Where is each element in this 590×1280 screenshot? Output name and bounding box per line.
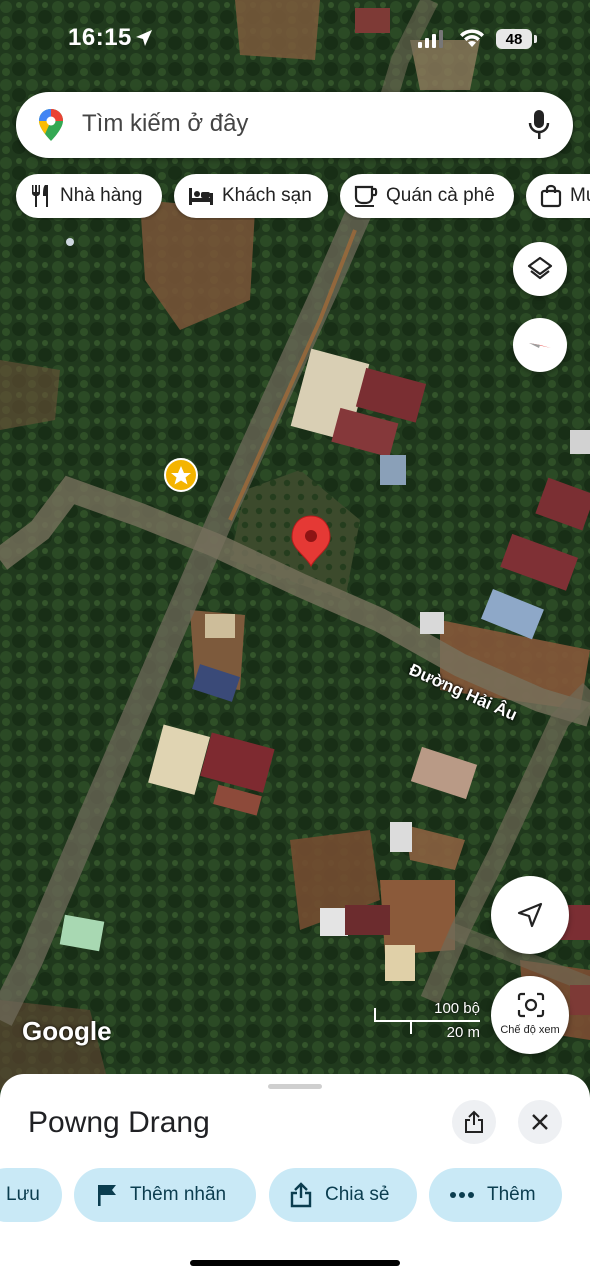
place-bottom-sheet[interactable]: Powng Drang Lưu Thêm nhãn Chia sẻ Thêm	[0, 1074, 590, 1280]
status-bar: 16:15 48	[0, 0, 590, 80]
sheet-grabber[interactable]	[268, 1084, 322, 1089]
location-arrow-icon	[136, 30, 152, 46]
hotel-icon	[189, 188, 213, 205]
share-icon	[290, 1182, 312, 1208]
flag-icon	[98, 1185, 116, 1206]
scale-bar: 100 bộ 20 m	[374, 1000, 484, 1041]
close-button[interactable]	[518, 1100, 562, 1144]
action-label: Chia sẻ	[325, 1184, 390, 1205]
view-mode-button[interactable]: Chế độ xem	[491, 976, 569, 1054]
lens-camera-icon	[517, 992, 545, 1018]
add-label-button[interactable]: Thêm nhãn	[74, 1168, 256, 1222]
shopping-bag-icon	[540, 184, 562, 208]
microphone-icon[interactable]	[528, 109, 550, 141]
chip-hotels[interactable]: Khách sạn	[174, 174, 328, 218]
compass-button[interactable]	[513, 318, 567, 372]
layers-button[interactable]	[513, 242, 567, 296]
place-title: Powng Drang	[28, 1106, 210, 1139]
favorite-place-star-icon	[164, 458, 198, 492]
more-button[interactable]: Thêm	[429, 1168, 562, 1222]
action-label: Thêm	[487, 1184, 536, 1205]
close-icon	[532, 1114, 548, 1130]
navigation-arrow-icon	[517, 902, 543, 928]
google-logo: Google	[22, 1016, 112, 1046]
share-button[interactable]: Chia sẻ	[269, 1168, 417, 1222]
layers-icon	[527, 256, 553, 280]
chip-cafes[interactable]: Quán cà phê	[340, 174, 514, 218]
chip-label: Quán cà phê	[386, 185, 495, 206]
restaurant-icon	[32, 185, 48, 207]
search-placeholder[interactable]: Tìm kiếm ở đây	[82, 110, 248, 138]
category-chips: Nhà hàng Khách sạn Quán cà phê Mu	[16, 174, 590, 220]
compass-icon	[529, 343, 551, 348]
more-icon	[450, 1192, 474, 1198]
google-maps-pin-icon	[39, 109, 63, 141]
action-label: Thêm nhãn	[130, 1184, 227, 1205]
chip-label: Mu	[570, 185, 590, 206]
save-button[interactable]: Lưu	[0, 1168, 62, 1222]
coffee-icon	[354, 185, 378, 207]
search-bar[interactable]: Tìm kiếm ở đây	[16, 92, 573, 158]
chip-label: Nhà hàng	[60, 185, 143, 206]
cellular-signal-icon	[418, 30, 443, 48]
share-place-button[interactable]	[452, 1100, 496, 1144]
battery-tip	[534, 35, 537, 43]
my-location-button[interactable]	[491, 876, 569, 954]
view-mode-label: Chế độ xem	[500, 1024, 560, 1036]
home-indicator[interactable]	[190, 1260, 400, 1266]
chip-label: Khách sạn	[222, 185, 312, 206]
scale-imperial: 100 bộ	[434, 1000, 480, 1017]
action-label: Lưu	[6, 1184, 40, 1205]
battery-indicator: 48	[496, 29, 532, 49]
status-time: 16:15	[68, 24, 132, 51]
share-icon	[465, 1110, 483, 1133]
chip-shopping[interactable]: Mu	[526, 174, 590, 218]
chip-restaurants[interactable]: Nhà hàng	[16, 174, 162, 218]
scale-metric: 20 m	[446, 1024, 480, 1041]
wifi-icon	[460, 29, 484, 47]
